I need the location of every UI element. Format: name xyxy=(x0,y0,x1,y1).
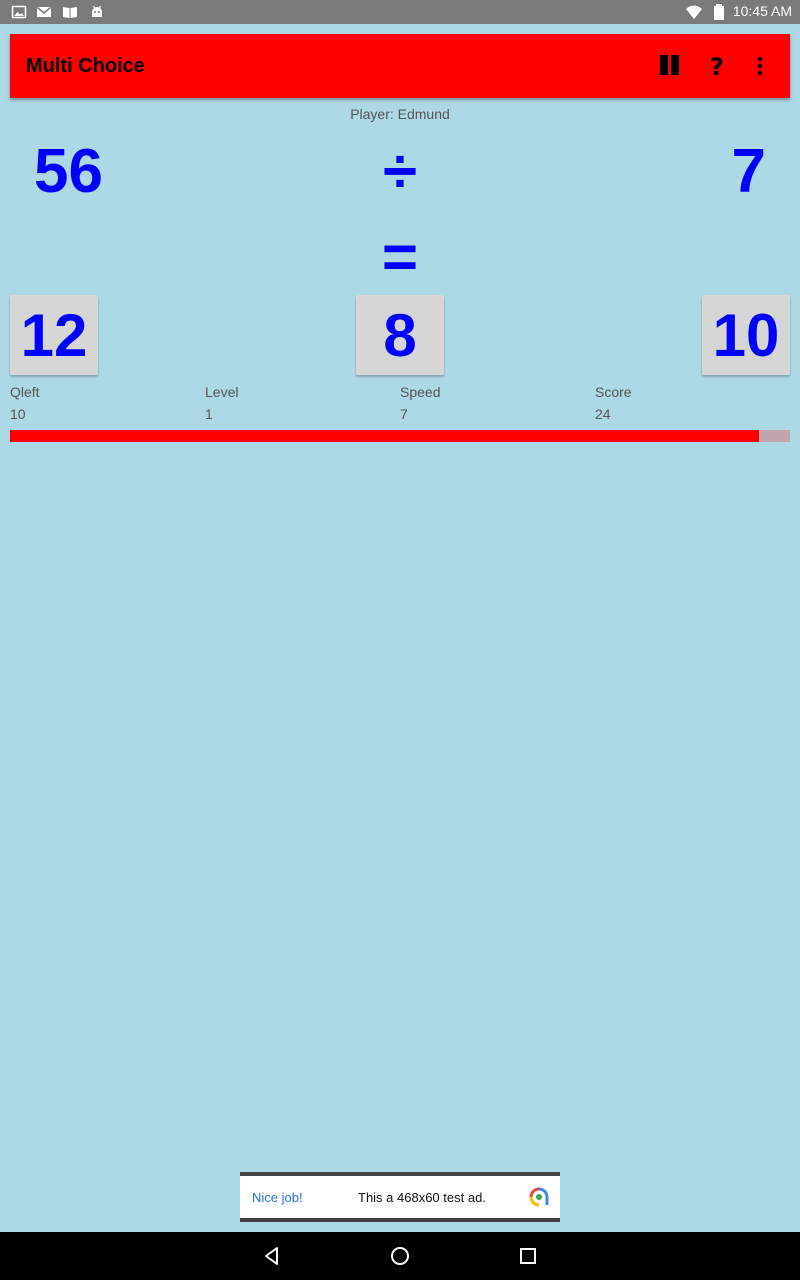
ad-message: This a 468x60 test ad. xyxy=(358,1190,486,1205)
app-bar: Multi Choice ? xyxy=(10,34,790,98)
player-label: Player: Edmund xyxy=(350,106,450,122)
answer-button-2[interactable]: 8 xyxy=(356,295,444,375)
stat-speed-label: Speed xyxy=(400,384,441,400)
stat-qleft: Qleft 10 xyxy=(10,384,40,422)
answer-button-1[interactable]: 12 xyxy=(10,295,98,375)
status-time: 10:45 AM xyxy=(732,3,792,19)
operator-sign: ÷ xyxy=(382,137,418,206)
back-icon[interactable] xyxy=(260,1244,284,1268)
stat-level-label: Level xyxy=(205,384,239,400)
gmail-icon xyxy=(36,6,52,17)
equals-sign: = xyxy=(381,223,419,292)
answer-button-3[interactable]: 10 xyxy=(702,295,790,375)
help-icon[interactable]: ? xyxy=(703,52,731,80)
more-options-icon[interactable] xyxy=(746,52,774,80)
right-operand: 7 xyxy=(731,137,766,206)
status-bar: 10:45 AM xyxy=(0,0,800,24)
stat-score: Score 24 xyxy=(595,384,632,422)
wifi-icon xyxy=(686,5,702,19)
ad-banner[interactable]: Nice job! This a 468x60 test ad. xyxy=(240,1172,560,1222)
stat-speed-value: 7 xyxy=(400,406,408,422)
navigation-bar xyxy=(0,1232,800,1280)
battery-icon xyxy=(714,4,724,20)
ad-logo-icon xyxy=(529,1187,549,1207)
svg-text:?: ? xyxy=(710,53,724,80)
book-icon xyxy=(63,7,77,18)
stat-qleft-label: Qleft xyxy=(10,384,40,400)
stat-speed: Speed 7 xyxy=(400,384,440,422)
app-title: Multi Choice xyxy=(26,55,145,77)
time-progress-fill xyxy=(10,430,759,442)
stat-level: Level 1 xyxy=(205,384,238,422)
ad-nice-job: Nice job! xyxy=(252,1190,303,1205)
stat-score-value: 24 xyxy=(595,406,611,422)
time-progress-bar xyxy=(10,430,790,442)
stat-level-value: 1 xyxy=(205,406,213,422)
image-icon xyxy=(11,5,27,19)
stat-score-label: Score xyxy=(595,384,632,400)
home-icon[interactable] xyxy=(388,1244,412,1268)
android-icon xyxy=(92,5,102,17)
stat-qleft-value: 10 xyxy=(10,406,26,422)
recents-icon[interactable] xyxy=(516,1244,540,1268)
pause-icon[interactable] xyxy=(656,52,684,80)
